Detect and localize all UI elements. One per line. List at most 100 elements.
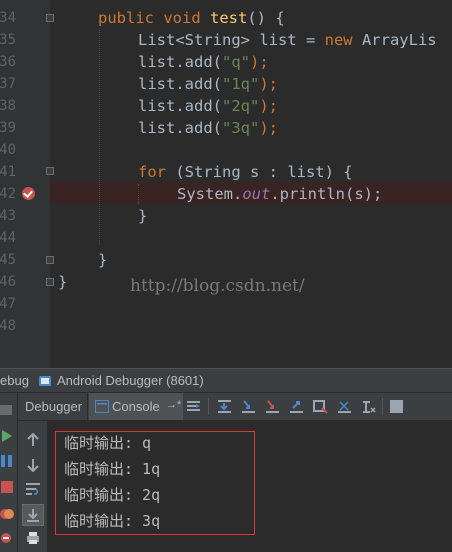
line-number: 43 <box>0 208 16 224</box>
fold-marker-icon[interactable] <box>46 14 54 22</box>
code-line-47[interactable]: } <box>58 271 67 293</box>
toolbar-separator <box>208 398 209 415</box>
code-text: () { <box>247 9 285 27</box>
tab-console[interactable]: Console →* <box>89 393 183 420</box>
code-text: list.add( <box>138 119 222 137</box>
code-text: ArrayLis <box>352 31 437 49</box>
code-text: } <box>98 251 108 269</box>
code-text: ); <box>259 119 278 137</box>
line-number: 40 <box>0 142 16 158</box>
string-literal: "1q" <box>222 75 260 93</box>
line-gutter[interactable]: 34 35 36 37 38 39 40 41 42 43 44 45 46 4… <box>0 0 50 368</box>
step-over-icon[interactable] <box>217 399 232 414</box>
code-line-46[interactable]: } <box>98 249 107 271</box>
line-number: 47 <box>0 296 16 312</box>
evaluate-expression-icon[interactable] <box>361 399 376 414</box>
tab-debugger-label: Debugger <box>25 399 83 414</box>
watermark: http://blog.csdn.net/ <box>130 276 305 296</box>
step-out-icon[interactable] <box>289 399 304 414</box>
line-number: 37 <box>0 76 16 92</box>
code-text: ); <box>259 97 278 115</box>
line-number: 35 <box>0 32 16 48</box>
line-number: 44 <box>0 230 16 246</box>
debug-session-title[interactable]: Android Debugger (8601) <box>57 373 204 388</box>
code-text: list.add( <box>138 97 222 115</box>
code-text: list.add( <box>138 53 222 71</box>
static-field: out <box>242 185 271 203</box>
code-line-42[interactable]: for (String s : list) { <box>138 161 353 183</box>
scroll-to-end-icon <box>27 509 39 522</box>
code-line-44[interactable]: } <box>138 205 147 227</box>
scroll-to-end-toggle[interactable] <box>22 504 44 526</box>
code-text: (String s : list) { <box>166 163 353 181</box>
drop-frame-icon[interactable] <box>313 399 328 414</box>
debug-toolbar: Debugger Console →* <box>18 393 452 421</box>
resume-icon[interactable] <box>0 429 14 443</box>
indent-guide <box>138 184 139 204</box>
code-line-35[interactable]: List<String> list = new ArrayLis <box>138 29 437 51</box>
debug-tab-label[interactable]: ebug <box>0 373 29 388</box>
console-line: 临时输出: 3q <box>64 512 161 530</box>
debug-tool-window-header: ebug Android Debugger (8601) <box>0 368 452 393</box>
keyword: void <box>163 9 201 27</box>
line-number: 38 <box>0 98 16 114</box>
console-output[interactable]: 临时输出: q 临时输出: 1q 临时输出: 2q 临时输出: 3q <box>48 421 452 552</box>
line-number: 39 <box>0 120 16 136</box>
code-line-43[interactable]: System.out.println(s); <box>177 183 382 205</box>
line-number: 46 <box>0 274 16 290</box>
keyword: new <box>324 31 353 49</box>
keyword: public <box>98 9 154 27</box>
run-to-cursor-icon[interactable] <box>337 399 352 414</box>
console-icon <box>95 400 109 413</box>
code-line-38[interactable]: list.add("2q"); <box>138 95 278 117</box>
console-line: 临时输出: 1q <box>64 460 161 478</box>
console-side-toolbar <box>18 421 48 552</box>
console-pin-icon: →* <box>166 399 182 411</box>
line-number: 48 <box>0 318 16 334</box>
view-breakpoints-icon[interactable] <box>0 507 14 521</box>
code-text: list.add( <box>138 75 222 93</box>
scroll-down-icon[interactable] <box>26 458 40 472</box>
android-debugger-icon <box>39 376 51 386</box>
stop-icon[interactable] <box>0 480 14 494</box>
show-execution-point-icon[interactable] <box>186 399 201 414</box>
code-line-39[interactable]: list.add("3q"); <box>138 117 278 139</box>
line-number: 42 <box>0 186 16 202</box>
line-number: 45 <box>0 252 16 268</box>
keyword: for <box>138 163 166 181</box>
toolbar-separator <box>382 398 383 415</box>
tab-debugger[interactable]: Debugger <box>18 393 88 420</box>
console-line: 临时输出: q <box>64 434 152 452</box>
code-editor[interactable]: 34 35 36 37 38 39 40 41 42 43 44 45 46 4… <box>0 0 452 368</box>
code-text: } <box>58 273 68 291</box>
step-into-icon[interactable] <box>241 399 256 414</box>
line-number: 34 <box>0 10 16 26</box>
code-line-36[interactable]: list.add("q"); <box>138 51 269 73</box>
rerun-icon[interactable] <box>0 403 16 417</box>
code-text: } <box>138 207 148 225</box>
code-text: System. <box>177 185 243 203</box>
soft-wrap-icon[interactable] <box>25 482 41 496</box>
string-literal: "q" <box>222 53 250 71</box>
force-step-into-icon[interactable] <box>265 399 280 414</box>
breakpoint-icon[interactable] <box>22 187 35 200</box>
code-text: ); <box>259 75 278 93</box>
pause-icon[interactable] <box>0 454 14 468</box>
scroll-up-icon[interactable] <box>26 433 40 447</box>
string-literal: "2q" <box>222 97 260 115</box>
fold-marker-icon[interactable] <box>46 167 54 175</box>
fold-marker-icon[interactable] <box>46 278 54 286</box>
console-line: 临时输出: 2q <box>64 486 161 504</box>
code-line-34[interactable]: public void test() { <box>98 7 285 29</box>
code-text: ); <box>250 53 269 71</box>
print-icon[interactable] <box>26 531 40 545</box>
code-line-37[interactable]: list.add("1q"); <box>138 73 278 95</box>
indent-guide <box>99 30 100 245</box>
code-text: List<String> list = <box>138 31 325 49</box>
mute-breakpoints-icon[interactable] <box>0 531 14 545</box>
string-literal: "3q" <box>222 119 260 137</box>
fold-marker-icon[interactable] <box>46 256 54 264</box>
code-text: .println(s); <box>270 185 383 203</box>
layout-settings-icon[interactable] <box>389 399 404 414</box>
left-toolstrip <box>0 393 18 552</box>
